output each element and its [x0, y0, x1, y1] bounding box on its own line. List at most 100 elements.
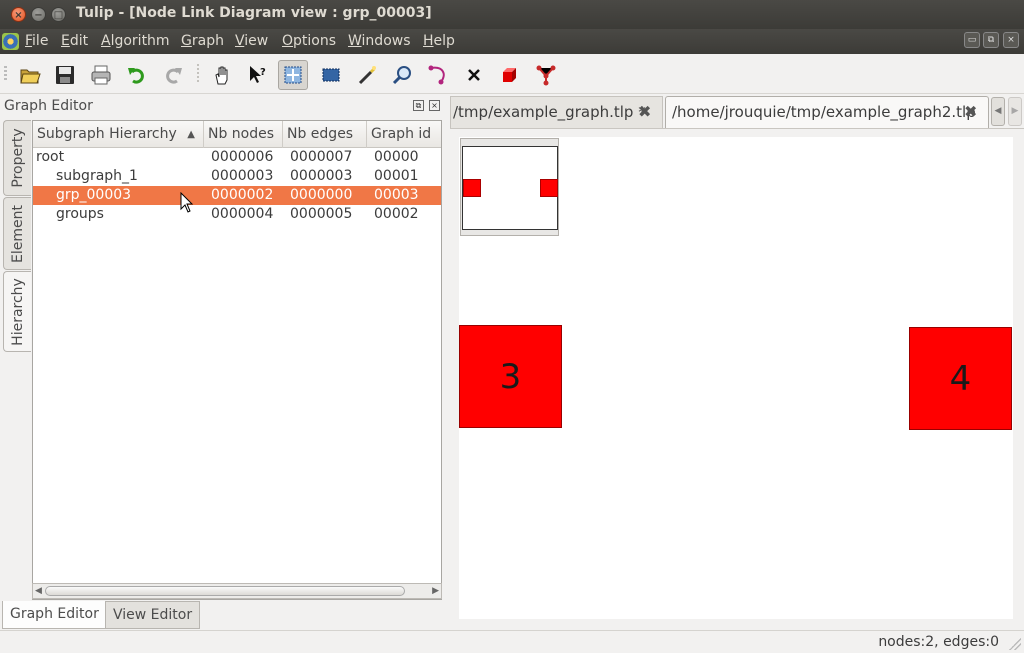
tree-row-subgraph-1[interactable]: subgraph_1 0000003 0000003 00001 [33, 167, 441, 186]
minimap-node [463, 179, 481, 197]
overview-viewport [462, 146, 558, 230]
row-nb-edges: 0000007 [290, 149, 353, 165]
tab-property-label: Property [9, 128, 26, 188]
scroll-left-arrow-icon[interactable]: ◀ [35, 584, 42, 598]
menu-edit[interactable]: Edit [61, 33, 88, 49]
menu-windows[interactable]: Windows [348, 33, 411, 49]
row-nb-edges: 0000005 [290, 206, 353, 222]
resize-grip[interactable] [1009, 638, 1021, 650]
tab-close-icon[interactable]: ✖ [964, 97, 977, 127]
window-close-button[interactable]: × [11, 7, 26, 22]
select-question-icon[interactable]: ? [243, 60, 273, 90]
rectangle-zoom-icon[interactable] [278, 60, 308, 90]
tab-element-label: Element [9, 204, 26, 263]
minimap-node [540, 179, 558, 197]
menu-file[interactable]: File [25, 33, 48, 49]
status-text: nodes:2, edges:0 [878, 634, 999, 650]
column-header-label: Subgraph Hierarchy [37, 126, 177, 142]
status-bar: nodes:2, edges:0 [0, 630, 1024, 653]
row-graph-id: 00003 [374, 187, 419, 203]
tab-hierarchy[interactable]: Hierarchy [3, 271, 31, 352]
overview-minimap[interactable] [460, 138, 559, 236]
graph-node-3[interactable]: 3 [459, 325, 562, 428]
row-graph-id: 00002 [374, 206, 419, 222]
edit-edge-bends-icon[interactable] [531, 60, 561, 90]
window-title: Tulip - [Node Link Diagram view : grp_00… [76, 5, 432, 21]
row-nb-nodes: 0000006 [211, 149, 274, 165]
magnifier-icon[interactable] [387, 60, 417, 90]
menu-graph[interactable]: Graph [181, 33, 224, 49]
tree-row-grp-00003[interactable]: grp_00003 0000002 0000000 00003 [33, 186, 441, 205]
add-edge-icon[interactable] [423, 60, 453, 90]
title-bar: × − □ Tulip - [Node Link Diagram view : … [0, 0, 1024, 29]
toolbar: ? [0, 54, 1024, 94]
subgraph-hierarchy-tree[interactable]: Subgraph Hierarchy ▲ Nb nodes Nb edges G… [32, 120, 442, 600]
dock-close-button[interactable]: × [429, 100, 440, 111]
row-nb-edges: 0000003 [290, 168, 353, 184]
column-header-subgraph-hierarchy[interactable]: Subgraph Hierarchy ▲ [33, 121, 204, 148]
toolbar-grip[interactable] [4, 66, 7, 82]
column-header-nb-edges[interactable]: Nb edges [283, 121, 367, 148]
menu-bar: File Edit Algorithm Graph View Options W… [0, 29, 1024, 54]
mdi-close-button[interactable]: × [1003, 32, 1019, 48]
mouse-cursor-icon [180, 192, 194, 213]
graph-editor-dock-title: Graph Editor [4, 98, 93, 114]
toolbar-separator [197, 64, 199, 84]
undo-icon[interactable] [122, 60, 152, 90]
svg-text:?: ? [260, 67, 266, 78]
window-maximize-button[interactable]: □ [51, 7, 66, 22]
menu-help[interactable]: Help [423, 33, 455, 49]
dock-float-button[interactable]: ⧉ [413, 100, 424, 111]
open-folder-icon[interactable] [15, 60, 45, 90]
node-label: 3 [499, 356, 522, 397]
document-tab-bar: /tmp/example_graph.tlp * ✖ /home/jrouqui… [450, 94, 1024, 128]
tab-graph-editor[interactable]: Graph Editor [2, 601, 107, 629]
dock-splitter[interactable] [445, 120, 449, 630]
tree-row-groups[interactable]: groups 0000004 0000005 00002 [33, 205, 441, 224]
tab-scroll-left-icon[interactable]: ◀ [991, 97, 1005, 126]
tab-example-graph[interactable]: /tmp/example_graph.tlp * ✖ [450, 96, 663, 128]
add-node-cube-icon[interactable] [495, 60, 525, 90]
tab-element[interactable]: Element [3, 197, 31, 270]
tab-view-editor[interactable]: View Editor [105, 601, 201, 629]
mdi-restore-button[interactable]: ⧉ [983, 32, 999, 48]
redo-icon[interactable] [158, 60, 188, 90]
node-label: 4 [949, 358, 972, 399]
magic-wand-icon[interactable] [352, 60, 382, 90]
menu-view[interactable]: View [235, 33, 268, 49]
column-header-nb-nodes[interactable]: Nb nodes [204, 121, 283, 148]
menu-algorithm[interactable]: Algorithm [101, 33, 170, 49]
row-nb-nodes: 0000003 [211, 168, 274, 184]
tab-hierarchy-label: Hierarchy [9, 277, 26, 346]
tab-label: /home/jrouquie/tmp/example_graph2.tlp [672, 103, 976, 121]
row-nb-nodes: 0000004 [211, 206, 274, 222]
save-icon[interactable] [50, 60, 80, 90]
delete-icon[interactable] [459, 60, 489, 90]
tree-header: Subgraph Hierarchy ▲ Nb nodes Nb edges G… [33, 121, 441, 148]
menu-options[interactable]: Options [282, 33, 336, 49]
tab-scroll-right-icon[interactable]: ▶ [1008, 97, 1022, 126]
tab-close-icon[interactable]: ✖ [638, 97, 651, 127]
row-name: groups [56, 206, 104, 222]
row-graph-id: 00001 [374, 168, 419, 184]
navigate-hand-icon[interactable] [207, 60, 237, 90]
window-minimize-button[interactable]: − [31, 7, 46, 22]
tab-example-graph2[interactable]: /home/jrouquie/tmp/example_graph2.tlp ✖ [665, 96, 989, 128]
scrollbar-thumb[interactable] [45, 586, 405, 596]
tab-property[interactable]: Property [3, 120, 31, 196]
mdi-minimize-button[interactable]: ▭ [964, 32, 980, 48]
selection-box-icon[interactable] [316, 60, 346, 90]
scroll-right-arrow-icon[interactable]: ▶ [432, 584, 439, 598]
tab-label: /tmp/example_graph.tlp * [453, 103, 646, 121]
row-nb-nodes: 0000002 [211, 187, 274, 203]
tulip-app-icon[interactable] [2, 33, 19, 50]
graph-node-4[interactable]: 4 [909, 327, 1012, 430]
print-icon[interactable] [86, 60, 116, 90]
column-header-graph-id[interactable]: Graph id [367, 121, 441, 148]
row-graph-id: 00000 [374, 149, 419, 165]
row-nb-edges: 0000000 [290, 187, 353, 203]
tree-horizontal-scrollbar[interactable]: ◀ ▶ [32, 583, 442, 599]
tree-row-root[interactable]: root 0000006 0000007 00000 [33, 148, 441, 167]
row-name: subgraph_1 [56, 168, 138, 184]
sort-ascending-icon: ▲ [187, 129, 195, 140]
